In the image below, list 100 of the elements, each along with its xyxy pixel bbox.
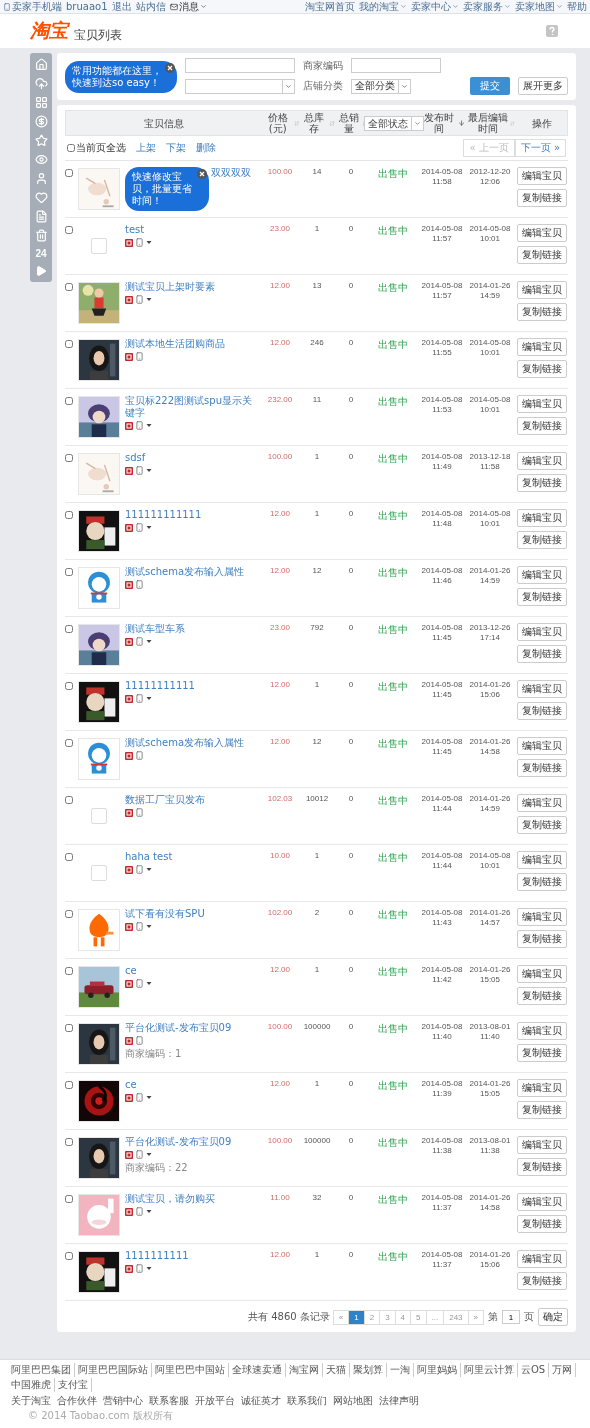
column-header[interactable]: 价格(元) <box>263 112 293 134</box>
caret-icon[interactable] <box>146 1095 152 1100</box>
edit-button[interactable]: 编辑宝贝 <box>516 965 567 983</box>
footer-link[interactable]: 中国雅虎 <box>8 1378 55 1392</box>
checkbox[interactable] <box>65 967 73 975</box>
caret-icon[interactable] <box>146 639 152 644</box>
checkbox[interactable] <box>65 910 73 918</box>
nav-dropdown[interactable]: 我的淘宝 <box>359 0 407 13</box>
copy-link-button[interactable]: 复制链接 <box>516 987 567 1005</box>
checkbox[interactable] <box>65 454 73 462</box>
column-header[interactable]: 总库存 <box>301 112 328 134</box>
copy-link-button[interactable]: 复制链接 <box>516 246 567 264</box>
footer-link[interactable]: 法律声明 <box>376 1394 422 1408</box>
checkbox[interactable] <box>65 796 73 804</box>
copy-link-button[interactable]: 复制链接 <box>516 759 567 777</box>
nav-link[interactable]: 帮助 <box>567 0 587 13</box>
star-icon[interactable] <box>34 134 48 147</box>
nav-dropdown[interactable]: 卖家中心 <box>411 0 459 13</box>
checkbox[interactable] <box>65 1081 73 1089</box>
footer-link[interactable]: 阿里巴巴国际站 <box>75 1363 152 1377</box>
product-title-link[interactable]: 测试schema发布输入属性 <box>125 566 245 578</box>
checkbox[interactable] <box>65 226 73 234</box>
edit-button[interactable]: 编辑宝贝 <box>516 1136 567 1154</box>
username-link[interactable]: bruaao1 <box>66 0 108 13</box>
product-title-link[interactable]: 测试schema发布输入属性 <box>125 737 245 749</box>
copy-link-button[interactable]: 复制链接 <box>516 303 567 321</box>
product-title-link[interactable]: haha test <box>125 851 173 863</box>
footer-link[interactable]: 一淘 <box>387 1363 414 1377</box>
action-link[interactable]: 上架 <box>136 141 156 155</box>
copy-link-button[interactable]: 复制链接 <box>516 417 567 435</box>
action-link[interactable]: 下架 <box>166 141 186 155</box>
copy-link-button[interactable]: 复制链接 <box>516 930 567 948</box>
caret-icon[interactable] <box>146 924 152 929</box>
caret-icon[interactable] <box>146 240 152 245</box>
checkbox[interactable] <box>65 1024 73 1032</box>
footer-link[interactable]: 开放平台 <box>192 1394 238 1408</box>
edit-button[interactable]: 编辑宝贝 <box>516 737 567 755</box>
checkbox[interactable] <box>65 682 73 690</box>
edit-button[interactable]: 编辑宝贝 <box>516 680 567 698</box>
footer-link[interactable]: 天猫 <box>323 1363 350 1377</box>
copy-link-button[interactable]: 复制链接 <box>516 189 567 207</box>
footer-link[interactable]: 合作伙伴 <box>54 1394 100 1408</box>
shop-category-select[interactable]: 全部分类 <box>351 78 411 94</box>
copy-link-button[interactable]: 复制链接 <box>516 474 567 492</box>
caret-icon[interactable] <box>146 1209 152 1214</box>
caret-icon[interactable] <box>146 423 152 428</box>
caret-icon[interactable] <box>146 1266 152 1271</box>
footer-link[interactable]: 聚划算 <box>350 1363 387 1377</box>
copy-link-button[interactable]: 复制链接 <box>516 531 567 549</box>
product-title-link[interactable]: 111111111111 <box>125 509 202 521</box>
seller-mobile-link[interactable]: 卖家手机端 <box>3 0 62 13</box>
column-header[interactable]: 最后编辑时间 <box>467 112 510 134</box>
messages-menu[interactable]: 消息 <box>169 0 207 13</box>
caret-icon[interactable] <box>146 867 152 872</box>
input-field[interactable] <box>185 58 295 73</box>
page-number-field[interactable]: 1 <box>502 1310 520 1324</box>
product-title-link[interactable]: 11111111111 <box>125 680 195 692</box>
product-title-link[interactable]: 平台化测试-发布宝贝09 <box>125 1136 232 1148</box>
edit-button[interactable]: 编辑宝贝 <box>516 452 567 470</box>
edit-button[interactable]: 编辑宝贝 <box>516 908 567 926</box>
edit-button[interactable]: 编辑宝贝 <box>516 395 567 413</box>
column-header[interactable]: 发布时间 <box>421 112 457 134</box>
checkbox[interactable] <box>65 1195 73 1203</box>
edit-button[interactable]: 编辑宝贝 <box>516 509 567 527</box>
edit-button[interactable]: 编辑宝贝 <box>516 1193 567 1211</box>
footer-link[interactable]: 云OS <box>518 1363 550 1377</box>
footer-link[interactable]: 阿里巴巴集团 <box>8 1363 75 1377</box>
inbox-link[interactable]: 站内信 <box>135 0 166 13</box>
edit-button[interactable]: 编辑宝贝 <box>516 1079 567 1097</box>
copy-link-button[interactable]: 复制链接 <box>516 1215 567 1233</box>
checkbox[interactable] <box>65 853 73 861</box>
copy-link-button[interactable]: 复制链接 <box>516 873 567 891</box>
edit-button[interactable]: 编辑宝贝 <box>516 1022 567 1040</box>
product-title-link[interactable]: 数据工厂宝贝发布 <box>125 794 205 806</box>
footer-link[interactable]: 联系客服 <box>146 1394 192 1408</box>
product-title-link[interactable]: 测试本地生活团购商品 <box>125 338 225 350</box>
footer-link[interactable]: 支付宝 <box>55 1378 92 1392</box>
copy-link-button[interactable]: 复制链接 <box>516 816 567 834</box>
product-title-link[interactable]: ce <box>125 1079 137 1091</box>
caret-icon[interactable] <box>146 981 152 986</box>
edit-button[interactable]: 编辑宝贝 <box>516 224 567 242</box>
expand-button[interactable]: 展开更多 <box>518 77 568 95</box>
edit-button[interactable]: 编辑宝贝 <box>516 794 567 812</box>
copy-link-button[interactable]: 复制链接 <box>516 1158 567 1176</box>
copy-link-button[interactable]: 复制链接 <box>516 645 567 663</box>
merchant-code-field[interactable] <box>351 58 441 73</box>
sort-down-icon[interactable] <box>457 119 465 127</box>
edit-button[interactable]: 编辑宝贝 <box>516 281 567 299</box>
copy-link-button[interactable]: 复制链接 <box>516 702 567 720</box>
footer-link[interactable]: 万网 <box>549 1363 577 1377</box>
copy-link-button[interactable]: 复制链接 <box>516 360 567 378</box>
footer-link[interactable]: 阿里巴巴中国站 <box>152 1363 229 1377</box>
edit-button[interactable]: 编辑宝贝 <box>516 566 567 584</box>
select-all-label[interactable]: 当前页全选 <box>76 141 126 155</box>
footer-link[interactable]: 联系我们 <box>284 1394 330 1408</box>
footer-link[interactable]: 淘宝网 <box>286 1363 323 1377</box>
product-title-link[interactable]: 试下看有没有SPU <box>125 908 205 920</box>
copy-link-button[interactable]: 复制链接 <box>516 588 567 606</box>
product-title-link[interactable]: 1111111111 <box>125 1250 189 1262</box>
copy-link-button[interactable]: 复制链接 <box>516 1101 567 1119</box>
